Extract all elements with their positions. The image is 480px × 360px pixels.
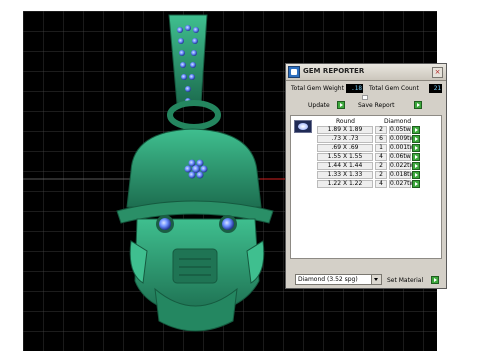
update-button[interactable] [337,101,345,109]
save-report-button[interactable] [414,101,422,109]
row-select-button[interactable] [412,162,420,170]
material-value: Diamond (3.52 spg) [298,276,358,283]
table-row: 1.89 X 1.89 2 0.05tw [317,126,438,134]
expand-arrow-icon[interactable] [362,95,368,100]
row-select-button[interactable] [412,144,420,152]
table-row: .73 X .73 6 0.009tw [317,135,438,143]
save-report-label: Save Report [358,102,395,109]
row-select-button[interactable] [412,135,420,143]
table-row: 1.44 X 1.44 2 0.022tw [317,162,438,170]
gem-weight: 0.022tw [389,162,415,170]
gem-count: 4 [375,180,387,188]
gem-count: 2 [375,126,387,134]
gem-weight: 0.027tw [389,180,415,188]
table-row: .69 X .69 1 0.001tw [317,144,438,152]
gem-weight: 0.06tw [389,153,411,161]
gem-count: 4 [375,153,387,161]
gem-count: 1 [375,144,387,152]
update-label: Update [308,102,330,109]
gem-size: 1.44 X 1.44 [317,162,373,170]
gem-weight: 0.001tw [389,144,415,152]
gem-weight: 0.018tw [389,171,415,179]
gem-size: .69 X .69 [317,144,373,152]
gem-count: 6 [375,135,387,143]
total-count-value: 21 [429,84,442,93]
gem-size: 1.89 X 1.89 [317,126,373,134]
table-row: 1.55 X 1.55 4 0.06tw [317,153,438,161]
close-button[interactable]: × [432,67,443,78]
total-count-label: Total Gem Count [369,85,419,92]
table-row: 1.22 X 1.22 4 0.027tw [317,180,438,188]
gem-size: 1.55 X 1.55 [317,153,373,161]
gem-weight: 0.05tw [389,126,411,134]
table-row: 1.33 X 1.33 2 0.018tw [317,171,438,179]
set-material-button[interactable] [431,276,439,284]
gem-count: 2 [375,162,387,170]
column-shape: Round [336,118,355,125]
gem-table: Round Diamond 1.89 X 1.89 2 0.05tw .73 X… [290,115,442,259]
gem-size: 1.33 X 1.33 [317,171,373,179]
total-weight-label: Total Gem Weight [291,85,344,92]
row-select-button[interactable] [412,180,420,188]
panel-title: GEM REPORTER [303,67,365,75]
column-material: Diamond [384,118,412,125]
panel-titlebar[interactable]: GEM REPORTER × [286,64,446,81]
total-weight-value: .18 [346,84,363,93]
gem-size: 1.22 X 1.22 [317,180,373,188]
row-select-button[interactable] [412,126,420,134]
gem-count: 2 [375,171,387,179]
chevron-down-icon[interactable] [371,275,381,284]
set-material-label: Set Material [387,277,424,284]
round-gem-icon[interactable] [294,120,312,133]
row-select-button[interactable] [412,171,420,179]
gem-reporter-logo-icon [288,66,300,78]
gem-weight: 0.009tw [389,135,415,143]
material-select[interactable]: Diamond (3.52 spg) [295,274,382,285]
gem-reporter-panel: GEM REPORTER × Total Gem Weight .18 Tota… [285,63,447,289]
row-select-button[interactable] [412,153,420,161]
gem-size: .73 X .73 [317,135,373,143]
